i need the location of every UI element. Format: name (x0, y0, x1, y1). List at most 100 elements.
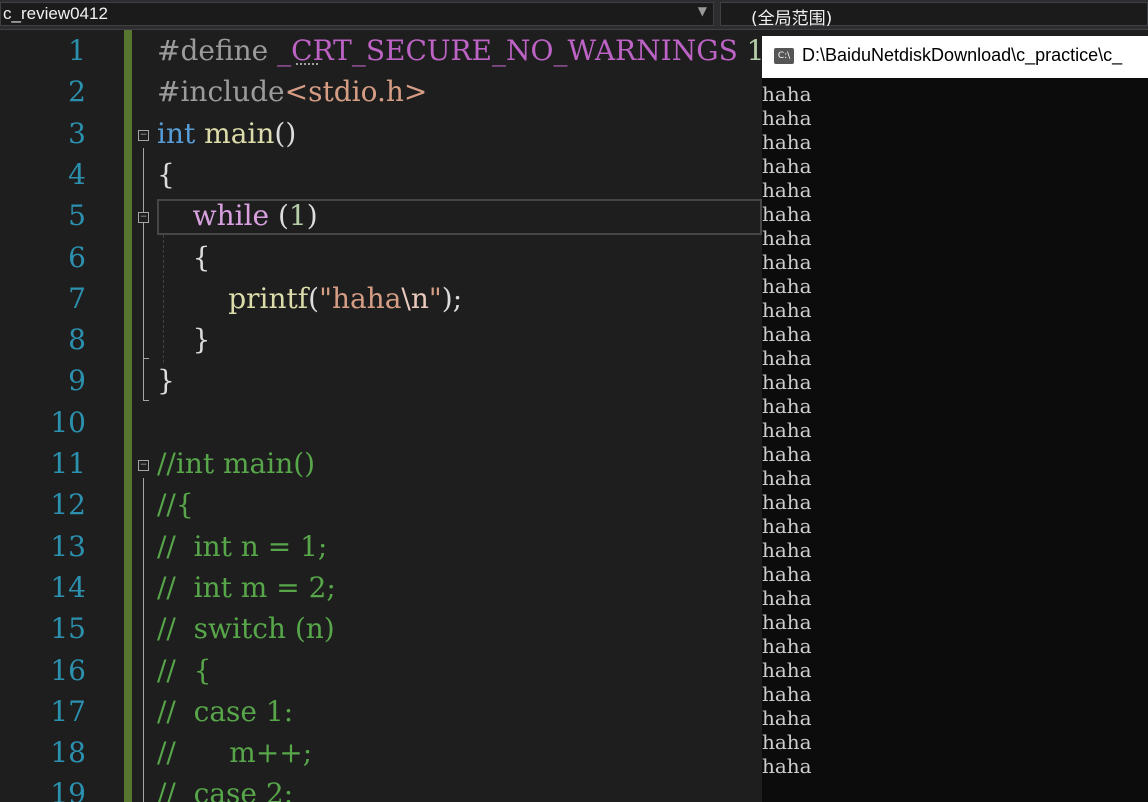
code-line[interactable]: // case 2: (157, 777, 293, 802)
code-token: ( (269, 199, 289, 233)
code-line[interactable]: //int main() (157, 447, 315, 487)
collapse-while-icon[interactable]: − (138, 212, 149, 223)
collapse-main-icon[interactable]: − (138, 130, 149, 141)
console-output-line: haha (762, 418, 812, 442)
console-output-line: haha (762, 586, 812, 610)
line-number: 10 (50, 405, 86, 439)
code-line[interactable]: int main() (157, 117, 296, 157)
code-line[interactable]: // m++; (157, 736, 312, 776)
code-line[interactable]: printf("haha\n"); (157, 282, 462, 322)
line-number: 11 (50, 447, 86, 480)
code-line[interactable]: // case 1: (157, 695, 293, 735)
line-number: 5 (68, 199, 86, 233)
console-output-line: haha (762, 394, 812, 418)
line-number: 12 (50, 488, 86, 522)
console-output-line: haha (762, 226, 812, 250)
console-output-line: haha (762, 298, 812, 322)
code-token: // int n = 1; (157, 529, 328, 563)
console-app-icon: C:\ (774, 48, 794, 64)
code-token: #include (157, 75, 285, 109)
line-number: 19 (50, 777, 86, 802)
code-line[interactable]: { (157, 240, 211, 281)
code-token: // m++; (157, 736, 313, 770)
code-token: main (204, 116, 275, 150)
code-token: //int main() (157, 447, 316, 480)
line-number: 9 (68, 364, 86, 398)
code-line[interactable]: // switch (n) (157, 612, 335, 652)
console-titlebar[interactable]: C:\ D:\BaiduNetdiskDownload\c_practice\c… (762, 36, 1148, 78)
console-output-line: haha (762, 106, 812, 130)
code-line[interactable]: while (1) (157, 199, 318, 239)
code-token: " (428, 281, 442, 315)
console-output-line: haha (762, 178, 812, 202)
fold-guide-main-end (143, 400, 149, 401)
console-output-line: haha (762, 154, 812, 178)
code-token: // switch (n) (157, 612, 335, 646)
console-output-line: haha (762, 346, 812, 370)
console-output-line: haha (762, 442, 812, 466)
code-token: printf (228, 281, 309, 315)
code-token: 1 (288, 199, 307, 233)
code-token: int (157, 116, 196, 150)
code-token: <stdio.h> (284, 75, 428, 109)
code-line[interactable]: } (157, 364, 175, 404)
line-number-gutter: 1 2 3 4 5 6 7 8 9 10 11 12 13 14 15 16 17 18 19 (0, 30, 90, 802)
line-number: 16 (50, 653, 86, 687)
line-number: 8 (68, 323, 86, 357)
console-output-line: haha (762, 82, 812, 106)
line-number: 14 (50, 570, 86, 604)
line-number: 13 (50, 529, 86, 563)
console-output-line: haha (762, 274, 812, 298)
line-number: 2 (68, 75, 86, 109)
code-token: ) (306, 199, 318, 233)
code-token: 1 (746, 34, 762, 67)
line-number: 17 (50, 694, 86, 728)
code-token: // int m = 2; (157, 570, 336, 604)
code-line[interactable]: #include<stdio.h> (157, 75, 427, 115)
code-line[interactable]: #define _CRT_SECURE_NO_WARNINGS 1 (157, 34, 762, 74)
console-output-line: haha (762, 130, 812, 154)
code-token: ); (441, 281, 463, 315)
console-window[interactable]: C:\ D:\BaiduNetdiskDownload\c_practice\c… (762, 36, 1148, 802)
fold-guide-comment (143, 478, 144, 802)
project-dropdown[interactable]: c_review0412 ▼ (0, 2, 714, 26)
chevron-down-icon[interactable]: ▼ (698, 4, 707, 18)
code-token: // case 1: (157, 694, 294, 728)
console-output-line: haha (762, 490, 812, 514)
code-token: } (157, 323, 211, 357)
change-tracking-bar (124, 30, 132, 802)
console-output-line: haha (762, 514, 812, 538)
code-line[interactable]: // int n = 1; (157, 530, 327, 570)
console-output-line: haha (762, 322, 812, 346)
fold-guide-while-end (143, 358, 149, 359)
line-number: 3 (68, 116, 86, 150)
console-output-line: haha (762, 706, 812, 730)
code-token: { (157, 157, 175, 191)
scope-label: (全局范围) (751, 9, 833, 29)
code-token: { (157, 240, 211, 274)
code-token: } (157, 364, 175, 398)
code-token: // { (157, 653, 212, 687)
code-token: _CRT_SECURE_NO_WARNINGS (277, 34, 738, 67)
scope-dropdown[interactable]: (全局范围) (720, 2, 1148, 29)
code-editor[interactable]: 1 2 3 4 5 6 7 8 9 10 11 12 13 14 15 16 17 18 19 − − − #def… (0, 30, 762, 802)
console-output: haha haha haha haha haha haha haha haha haha haha… (762, 82, 1148, 778)
console-output-line: haha (762, 658, 812, 682)
code-line[interactable]: // int m = 2; (157, 571, 336, 611)
code-line[interactable]: } (157, 323, 211, 363)
navigation-bar: c_review0412 ▼ (全局范围) (0, 0, 1148, 30)
line-number: 18 (50, 736, 86, 770)
code-token: while (192, 199, 270, 233)
line-number: 4 (68, 157, 86, 191)
code-token: ( (308, 281, 320, 315)
code-line[interactable]: // { (157, 654, 211, 694)
code-line[interactable]: { (157, 158, 175, 198)
code-line[interactable]: //{ (157, 488, 194, 528)
code-token: //{ (157, 488, 194, 522)
line-number: 15 (50, 612, 86, 646)
line-number: 6 (68, 240, 86, 274)
code-token: #define (157, 34, 278, 67)
collapse-comment-icon[interactable]: − (138, 460, 149, 471)
